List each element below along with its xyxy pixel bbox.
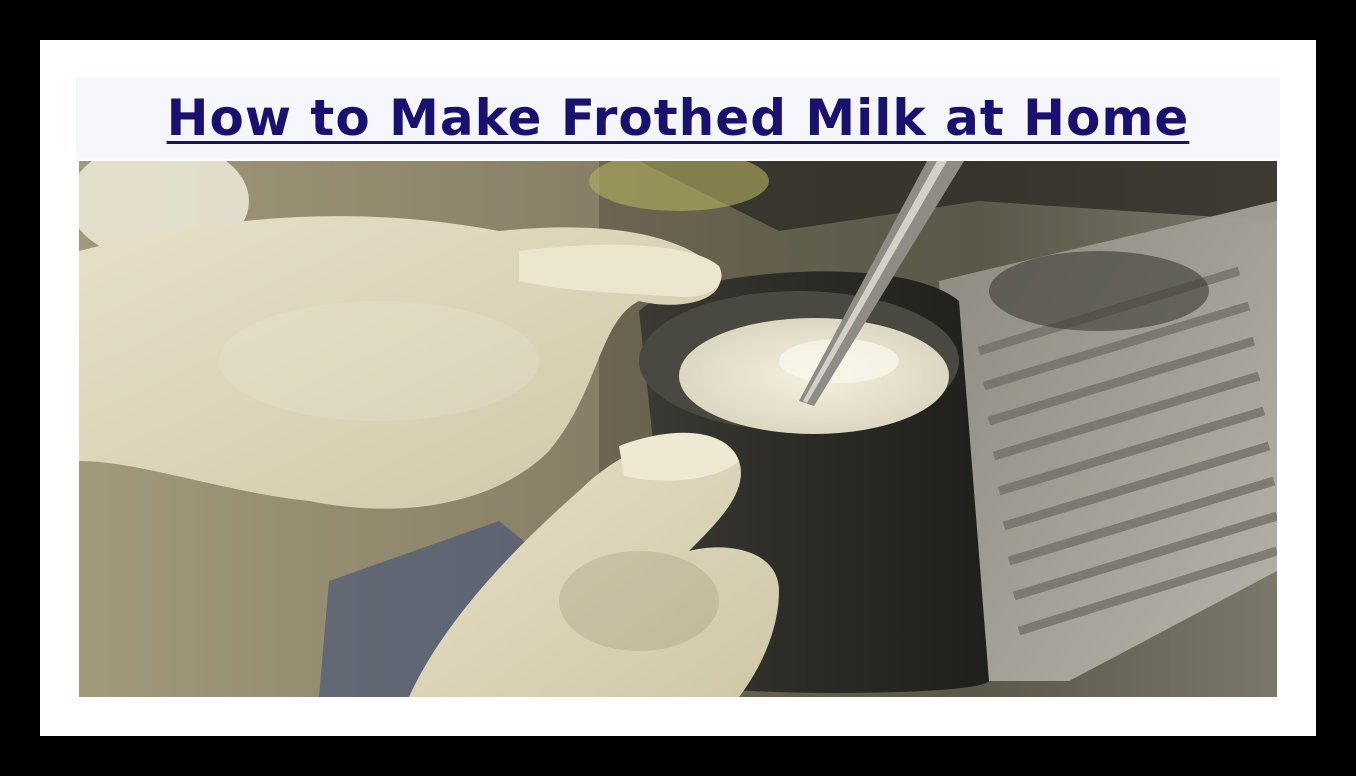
article-card: How to Make Frothed Milk at Home (40, 40, 1316, 736)
milk-frothing-photo (79, 161, 1277, 697)
article-title-link[interactable]: How to Make Frothed Milk at Home (167, 89, 1190, 147)
title-banner: How to Make Frothed Milk at Home (76, 77, 1280, 159)
